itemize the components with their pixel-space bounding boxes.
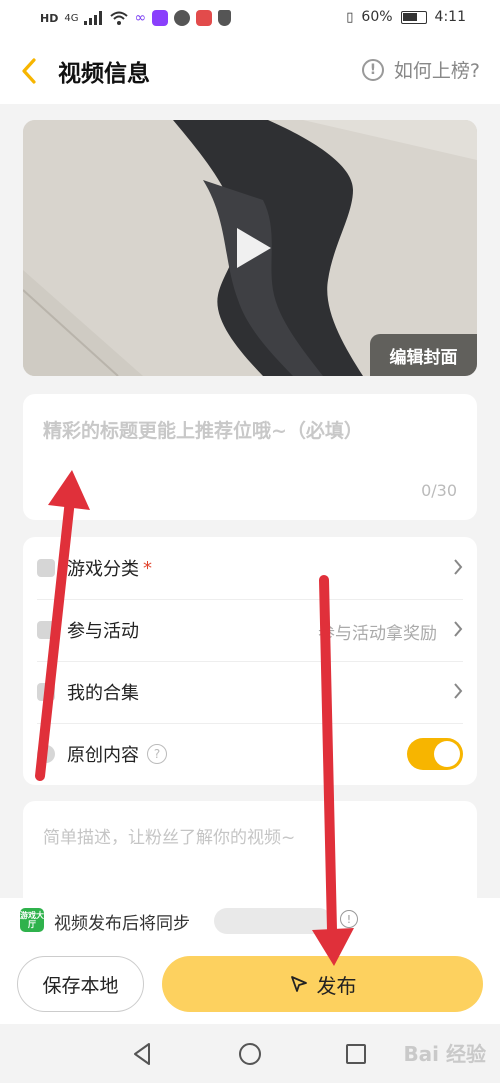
original-icon — [37, 745, 55, 763]
action-bar: 保存本地 发布 — [0, 944, 500, 1024]
settings-row-original: 原创内容 ? — [37, 723, 463, 785]
collection-icon — [37, 683, 55, 701]
how-to-rank-label: 如何上榜? — [393, 60, 480, 82]
settings-list: 游戏分类 * 参与活动 参与活动拿奖励 我的合集 原创内容 ? — [23, 537, 477, 785]
settings-row-label: 我的合集 — [67, 683, 139, 704]
game-hall-logo: 游戏大厅 — [20, 908, 44, 932]
nav-recents-icon[interactable] — [346, 1044, 366, 1064]
system-nav-bar: Bai 经验 — [0, 1024, 500, 1083]
signal-icon — [84, 11, 103, 25]
settings-row-hint: 参与活动拿奖励 — [318, 624, 437, 644]
title-card: 精彩的标题更能上推荐位哦~（必填） 0/30 — [23, 394, 477, 520]
message-icon — [174, 10, 191, 26]
settings-row-label: 参与活动 — [67, 621, 139, 642]
hashtag-icon — [37, 621, 55, 639]
play-icon[interactable] — [233, 226, 273, 270]
description-card: 简单描述，让粉丝了解你的视频~ — [23, 801, 477, 911]
sync-text: 视频发布后将同步 — [54, 914, 190, 934]
battery-percent: 60% — [361, 9, 393, 25]
redacted-area — [214, 908, 332, 934]
wifi-icon — [110, 11, 129, 25]
original-toggle[interactable] — [407, 738, 463, 770]
exclamation-icon[interactable]: ! — [340, 910, 358, 928]
app-notification-icon-red — [196, 10, 213, 26]
chevron-right-icon — [454, 683, 463, 699]
sync-notice: 游戏大厅 视频发布后将同步 ! — [0, 898, 500, 944]
exclamation-icon: ! — [361, 58, 384, 81]
gamepad-icon — [37, 559, 55, 577]
cursor-send-icon — [290, 976, 307, 992]
publish-label: 发布 — [316, 973, 357, 998]
app-notification-icon — [152, 10, 169, 26]
watermark: Bai 经验 — [403, 1042, 486, 1066]
toggle-knob — [434, 741, 460, 767]
nav-back-icon[interactable] — [131, 1042, 153, 1066]
status-bar: HD 4G ∞ ▯ 60% 4:11 — [0, 0, 500, 38]
nav-home-icon[interactable] — [239, 1043, 261, 1065]
status-left: HD 4G ∞ — [40, 10, 232, 26]
question-icon[interactable]: ? — [147, 744, 167, 764]
save-local-button[interactable]: 保存本地 — [17, 956, 144, 1012]
chevron-right-icon — [454, 559, 463, 575]
page-title: 视频信息 — [58, 61, 150, 87]
network-indicator: 4G — [64, 12, 79, 24]
app-header: 视频信息 ! 如何上榜? — [0, 38, 500, 104]
publish-button[interactable]: 发布 — [162, 956, 483, 1012]
battery-icon — [400, 10, 427, 24]
settings-row-activity[interactable]: 参与活动 参与活动拿奖励 — [37, 599, 463, 661]
vibrate-icon: ▯ — [346, 9, 354, 25]
clock: 4:11 — [434, 9, 466, 25]
settings-row-label: 原创内容 — [67, 745, 139, 766]
status-right: ▯ 60% 4:11 — [346, 9, 466, 25]
shield-icon — [218, 10, 232, 26]
chevron-left-icon[interactable] — [18, 56, 42, 86]
edit-cover-button[interactable]: 编辑封面 — [370, 334, 477, 376]
settings-row-label: 游戏分类 — [67, 559, 139, 580]
how-to-rank-link[interactable]: ! 如何上榜? — [361, 56, 480, 83]
settings-row-game-category[interactable]: 游戏分类 * — [37, 537, 463, 599]
settings-row-collection[interactable]: 我的合集 — [37, 661, 463, 723]
description-input[interactable]: 简单描述，让粉丝了解你的视频~ — [43, 823, 295, 848]
chevron-right-icon — [454, 621, 463, 637]
infinity-icon: ∞ — [134, 10, 147, 26]
required-mark: * — [143, 557, 152, 579]
title-input[interactable]: 精彩的标题更能上推荐位哦~（必填） — [43, 416, 363, 443]
title-char-counter: 0/30 — [421, 481, 457, 500]
hd-indicator: HD — [40, 11, 59, 25]
